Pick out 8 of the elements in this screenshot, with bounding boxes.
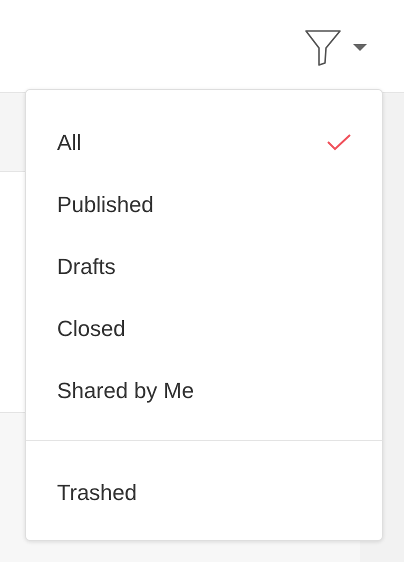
funnel-icon [304, 28, 342, 68]
caret-icon [352, 43, 368, 53]
menu-item[interactable]: Closed [26, 297, 382, 359]
menu-item[interactable]: Drafts [26, 235, 382, 297]
menu-item[interactable]: All [26, 111, 382, 173]
menu-item[interactable]: Trashed [26, 461, 382, 523]
menu-item[interactable]: Published [26, 173, 382, 235]
menu-item[interactable]: Shared by Me [26, 359, 382, 421]
